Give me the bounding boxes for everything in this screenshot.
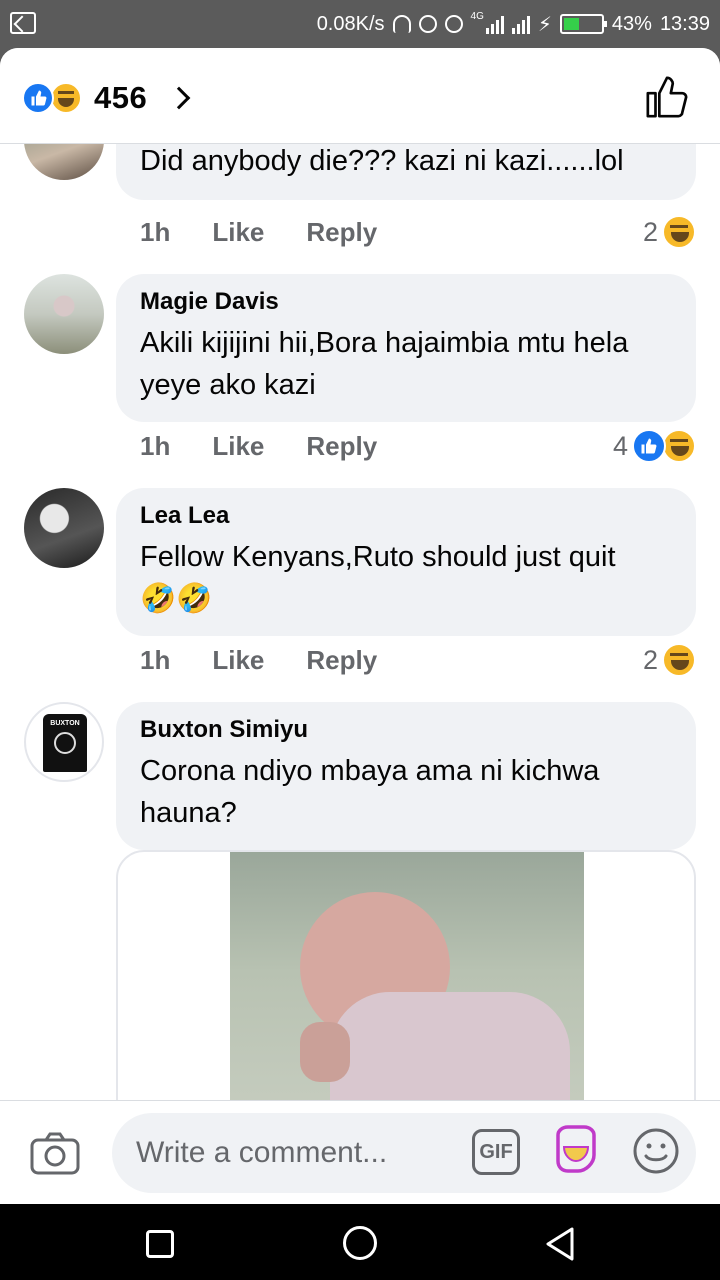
haha-reaction-icon — [50, 82, 82, 114]
comment-reaction-count: 2 — [642, 644, 658, 675]
signal-icon — [485, 14, 504, 34]
haha-reaction-icon — [662, 215, 696, 249]
camera-icon[interactable] — [30, 1131, 80, 1175]
charging-icon: ⚡ — [537, 13, 552, 36]
signal-icon-2 — [511, 14, 530, 34]
avatar[interactable]: BUXTON — [24, 702, 104, 782]
haha-reaction-icon — [662, 429, 696, 463]
comment-author[interactable]: Buxton Simiyu — [140, 716, 672, 744]
avatar[interactable] — [24, 488, 104, 568]
comment-composer: GIF — [0, 1100, 720, 1204]
comment-bubble: Buxton Simiyu Corona ndiyo mbaya ama ni … — [116, 702, 696, 850]
clock: 13:39 — [659, 12, 710, 35]
comment-reactions[interactable]: 4 — [613, 429, 696, 463]
reply-link[interactable]: Reply — [306, 431, 377, 462]
comment-bubble: Did anybody die??? kazi ni kazi......lol — [116, 144, 696, 200]
reactions-header: 456 — [0, 48, 720, 144]
comment-actions: 1h Like Reply 2 — [140, 642, 696, 678]
headphones-icon — [392, 15, 411, 33]
comment-text: Corona ndiyo mbaya ama ni kichwa hauna? — [140, 755, 600, 829]
comment-bubble: Lea Lea Fellow Kenyans,Ruto should just … — [116, 488, 696, 636]
gif-icon[interactable]: GIF — [472, 1129, 520, 1175]
like-reaction-icon — [22, 82, 54, 114]
avatar-brand-text: BUXTON — [50, 720, 80, 727]
comment-text: Did anybody die??? kazi ni kazi......lol — [140, 145, 624, 177]
comment-reactions[interactable]: 2 — [643, 643, 696, 677]
reply-link[interactable]: Reply — [306, 217, 377, 248]
comment-photo — [230, 852, 584, 1104]
like-link[interactable]: Like — [212, 217, 264, 248]
seal-icon — [54, 732, 76, 754]
battery-icon — [559, 14, 607, 34]
thumbs-up-icon[interactable] — [644, 74, 690, 120]
navigation-bar — [0, 1204, 720, 1280]
status-icons: 0.08K/s 4G ⚡ 43% 13:39 — [317, 10, 710, 38]
comment-input[interactable] — [112, 1113, 696, 1193]
comment-reaction-count: 2 — [642, 216, 658, 247]
avatar[interactable] — [24, 144, 104, 180]
sync-icon — [418, 15, 437, 33]
like-link[interactable]: Like — [212, 431, 264, 462]
status-bar: 0.08K/s 4G ⚡ 43% 13:39 — [0, 0, 720, 48]
comment-actions: 1h Like Reply 2 — [140, 214, 696, 250]
comment-bubble: Magie Davis Akili kijijini hii,Bora haja… — [116, 274, 696, 422]
back-icon[interactable] — [544, 1226, 576, 1262]
network-type: 4G — [470, 10, 484, 22]
sticker-icon[interactable] — [552, 1125, 600, 1177]
comment-image-attachment[interactable] — [116, 850, 696, 1104]
photo-figure-hand — [300, 1022, 350, 1082]
recent-apps-icon[interactable] — [146, 1230, 174, 1258]
comment-author[interactable]: Magie Davis — [140, 288, 672, 316]
comment-author[interactable]: Lea Lea — [140, 502, 672, 530]
comment-time: 1h — [140, 644, 171, 675]
comment-text: Fellow Kenyans,Ruto should just quit🤣🤣 — [140, 541, 616, 615]
comment-reactions[interactable]: 2 — [643, 215, 696, 249]
like-reaction-icon — [632, 429, 666, 463]
reply-link[interactable]: Reply — [306, 645, 377, 676]
comments-sheet: 456 Did anybody die??? kazi ni kazi.....… — [0, 48, 720, 1204]
like-link[interactable]: Like — [212, 645, 264, 676]
battery-percent: 43% — [611, 12, 652, 35]
comment-time: 1h — [140, 430, 171, 461]
reactions-summary[interactable]: 456 — [22, 80, 191, 116]
comment-reaction-count: 4 — [612, 430, 628, 461]
chevron-right-icon[interactable] — [167, 86, 191, 110]
tshirt-image: BUXTON — [43, 714, 87, 772]
photo-figure-body — [330, 992, 570, 1104]
comment-actions: 1h Like Reply 4 — [140, 428, 696, 464]
comment-time: 1h — [140, 216, 171, 247]
home-icon[interactable] — [343, 1226, 377, 1260]
screen-mirror-icon — [10, 12, 36, 34]
comment-text: Akili kijijini hii,Bora hajaimbia mtu he… — [140, 327, 629, 401]
comment-list: Did anybody die??? kazi ni kazi......lol… — [0, 144, 720, 1104]
network-speed: 0.08K/s — [316, 12, 385, 35]
reaction-count: 456 — [94, 80, 148, 115]
haha-reaction-icon — [662, 643, 696, 677]
avatar[interactable] — [24, 274, 104, 354]
emoji-icon[interactable] — [632, 1127, 680, 1175]
alarm-icon — [444, 15, 463, 33]
